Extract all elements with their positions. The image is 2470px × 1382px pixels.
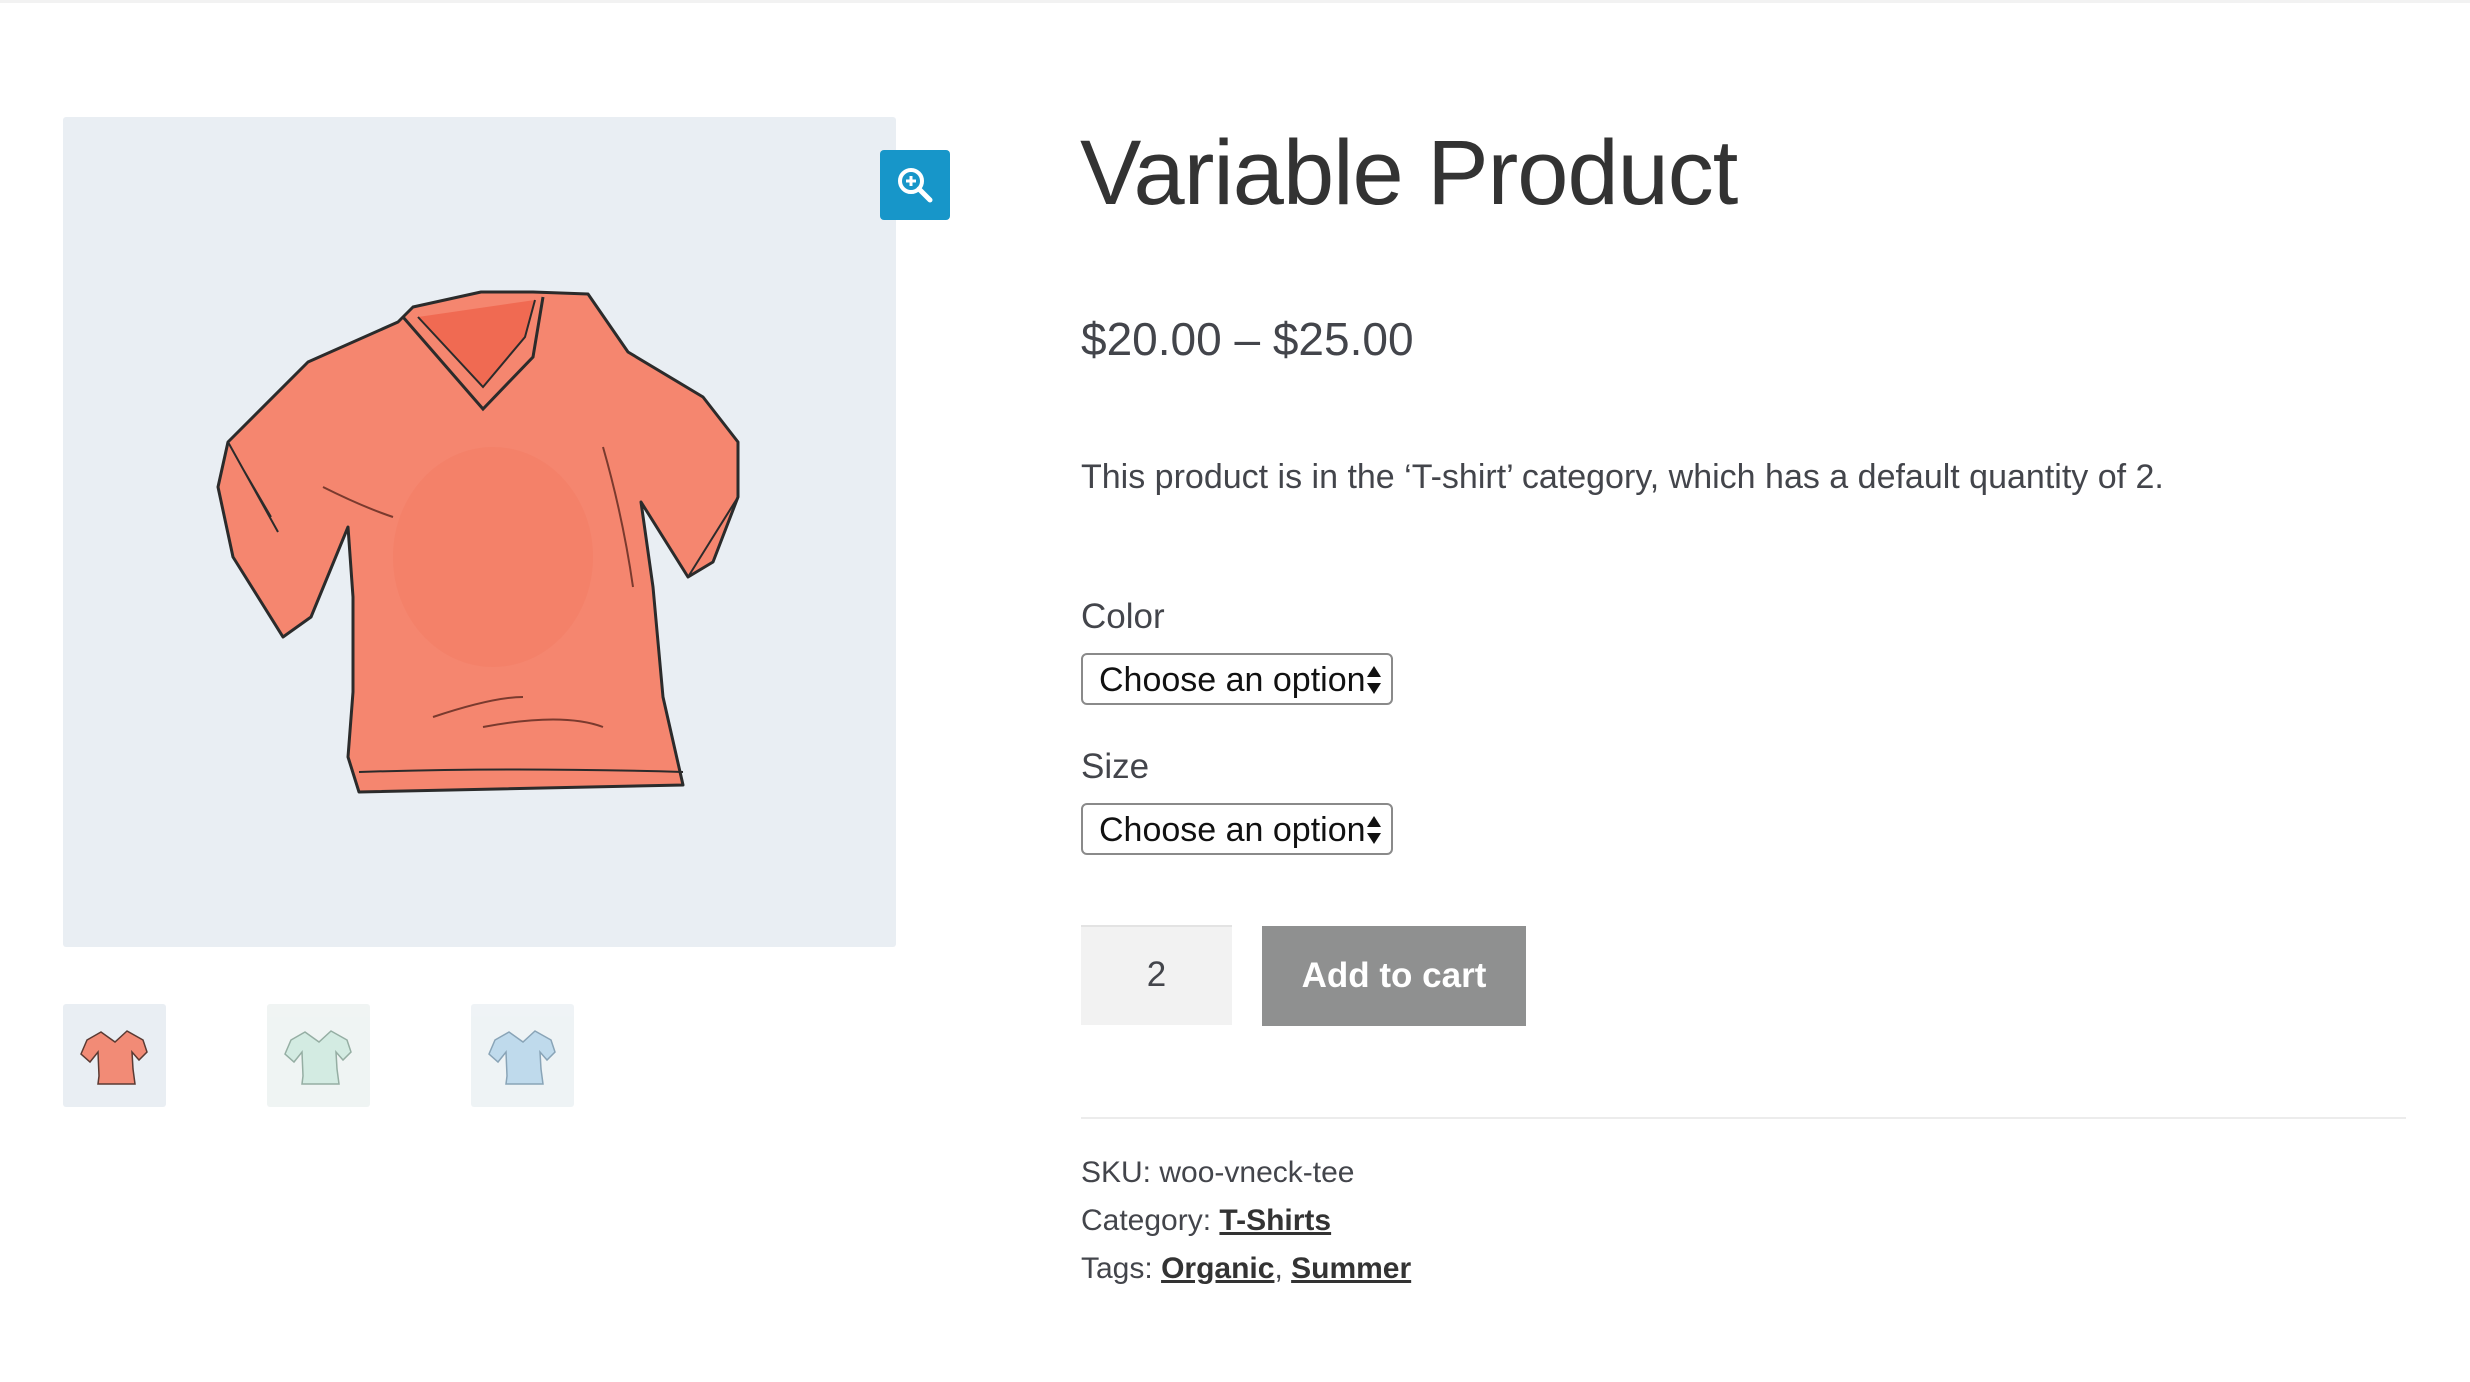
- thumbnail-red-tee[interactable]: [63, 1004, 166, 1107]
- tshirt-thumbnail-icon: [488, 1030, 556, 1085]
- color-label: Color: [1081, 597, 1165, 636]
- tshirt-thumbnail-icon: [284, 1030, 352, 1085]
- color-select-value: Choose an option: [1099, 661, 1366, 699]
- top-border: [0, 0, 2470, 3]
- category-link[interactable]: T-Shirts: [1219, 1204, 1331, 1237]
- zoom-in-icon: [898, 168, 933, 203]
- size-select[interactable]: Choose an option: [1081, 803, 1393, 855]
- product-description: This product is in the ‘T-shirt’ categor…: [1081, 458, 2164, 496]
- size-select-value: Choose an option: [1099, 811, 1366, 849]
- thumbnail-green-tee[interactable]: [267, 1004, 370, 1107]
- select-arrows-icon: [1367, 666, 1381, 694]
- add-to-cart-button[interactable]: Add to cart: [1262, 926, 1526, 1026]
- tags-row: Tags: Organic, Summer: [1081, 1249, 1411, 1289]
- product-main-image[interactable]: [63, 117, 896, 947]
- tshirt-illustration: [216, 290, 740, 794]
- sku-value: woo-vneck-tee: [1159, 1156, 1355, 1189]
- zoom-button[interactable]: [880, 150, 950, 220]
- tag-separator: ,: [1274, 1252, 1283, 1285]
- quantity-input[interactable]: 2: [1081, 925, 1232, 1025]
- divider: [1081, 1117, 2406, 1119]
- tag-link-organic[interactable]: Organic: [1161, 1252, 1274, 1285]
- size-label: Size: [1081, 747, 1150, 786]
- tshirt-thumbnail-icon: [80, 1030, 148, 1085]
- category-label: Category:: [1081, 1204, 1212, 1237]
- product-price: $20.00 – $25.00: [1081, 313, 1414, 365]
- thumbnail-blue-tee[interactable]: [471, 1004, 574, 1107]
- tags-label: Tags:: [1081, 1252, 1153, 1285]
- select-arrows-icon: [1367, 816, 1381, 844]
- sku-label: SKU:: [1081, 1156, 1152, 1189]
- sku-row: SKU: woo-vneck-tee: [1081, 1153, 1354, 1193]
- category-row: Category: T-Shirts: [1081, 1201, 1331, 1241]
- tag-link-summer[interactable]: Summer: [1291, 1252, 1411, 1285]
- color-select[interactable]: Choose an option: [1081, 653, 1393, 705]
- product-title: Variable Product: [1080, 122, 1738, 224]
